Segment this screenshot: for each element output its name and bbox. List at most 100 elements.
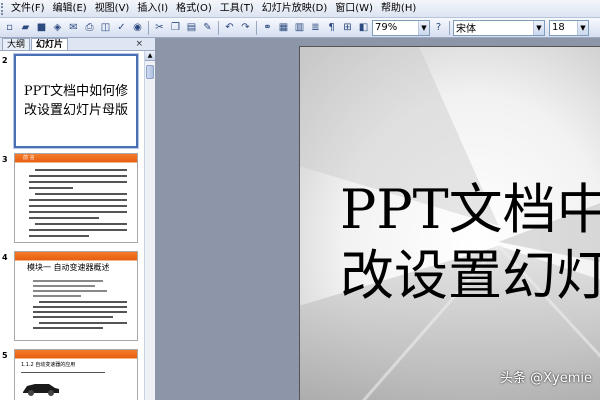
- tab-slides[interactable]: 幻灯片: [31, 38, 69, 50]
- slide-title[interactable]: PPT文档中 改设置幻灯: [340, 177, 600, 309]
- zoom-value: 79%: [375, 22, 398, 33]
- text-line: [33, 280, 103, 282]
- cut-icon[interactable]: ✂: [152, 20, 167, 36]
- menu-format[interactable]: 格式(O): [172, 0, 216, 18]
- chevron-down-icon[interactable]: ▼: [533, 20, 544, 35]
- format-painter-icon[interactable]: ✎: [200, 20, 215, 36]
- slide-title-line: 改设置幻灯: [340, 244, 600, 307]
- font-name-value: 宋体: [456, 24, 476, 35]
- permission-icon[interactable]: ◈: [50, 20, 65, 36]
- toolbar-separator: [449, 20, 450, 35]
- new-icon[interactable]: ▫: [2, 20, 17, 36]
- thumbnail-stripe: [15, 358, 137, 359]
- thumbnail-header-bar: 前 言: [15, 154, 137, 162]
- scroll-up-icon[interactable]: ▲: [145, 51, 155, 61]
- chart-icon[interactable]: ▥: [292, 20, 307, 36]
- font-name-combo[interactable]: 宋体 ▼: [453, 19, 545, 36]
- text-line: [33, 311, 127, 313]
- close-icon[interactable]: ×: [135, 38, 143, 50]
- menu-tools[interactable]: 工具(T): [216, 0, 258, 18]
- show-formatting-icon[interactable]: ¶: [324, 20, 339, 36]
- text-line: [29, 205, 127, 207]
- text-line: [35, 169, 127, 171]
- thumbnail-stripe: [15, 162, 137, 163]
- slide-number: 5: [2, 351, 8, 360]
- thumbnail-header-bar: [15, 252, 137, 260]
- text-line: [33, 316, 113, 318]
- slide-thumbnail-3[interactable]: 前 言: [14, 153, 138, 243]
- text-line: [39, 301, 127, 303]
- slide-thumbnail-4[interactable]: 模块一 自动变速器概述: [14, 251, 138, 341]
- text-line: [33, 327, 103, 329]
- save-icon[interactable]: ■: [34, 20, 49, 36]
- undo-icon[interactable]: ↶: [222, 20, 237, 36]
- standard-toolbar: ▫ ▰ ■ ◈ ✉ ⎙ ◫ ✓ ◉ ✂ ❐ ▤ ✎ ↶ ↷ ⚭ ▦ ▥ ≣ ¶ …: [0, 18, 600, 38]
- text-line: [29, 235, 89, 237]
- text-line: [33, 285, 95, 287]
- menu-bar: 文件(F) 编辑(E) 视图(V) 插入(I) 格式(O) 工具(T) 幻灯片放…: [0, 0, 600, 18]
- grid-icon[interactable]: ⊞: [340, 20, 355, 36]
- tab-outline[interactable]: 大纲: [2, 38, 31, 50]
- text-line: [29, 229, 127, 231]
- slide-thumbnails: 2 PPT文档中如何修 改设置幻灯片母版 3 前 言 4 模块一 自动变速器概述…: [0, 51, 145, 400]
- current-slide[interactable]: PPT文档中 改设置幻灯: [299, 46, 600, 400]
- hyperlink-icon[interactable]: ⚭: [260, 20, 275, 36]
- thumbnail-title-line: 改设置幻灯片母版: [23, 103, 128, 118]
- menu-file[interactable]: 文件(F): [7, 0, 49, 18]
- thumbnail-header-bar: [15, 350, 137, 358]
- print-icon[interactable]: ⎙: [82, 20, 97, 36]
- research-icon[interactable]: ◉: [130, 20, 145, 36]
- slide-number: 2: [2, 56, 8, 65]
- text-line: [29, 211, 127, 213]
- spelling-icon[interactable]: ✓: [114, 20, 129, 36]
- menu-grip-icon[interactable]: [1, 2, 5, 15]
- redo-icon[interactable]: ↷: [238, 20, 253, 36]
- font-size-combo[interactable]: 18 ▼: [549, 19, 589, 36]
- pane-tabs: 大纲 幻灯片 ×: [0, 38, 155, 51]
- menu-view[interactable]: 视图(V): [91, 0, 134, 18]
- thumbnail-subheading: 1.1.2 自动变速器的应用: [21, 362, 76, 368]
- toolbar-separator: [256, 20, 257, 35]
- text-line: [29, 175, 127, 177]
- text-line: [39, 322, 127, 324]
- menu-window[interactable]: 窗口(W): [331, 0, 377, 18]
- watermark: 头条 @Xyemie: [499, 371, 592, 386]
- menu-help[interactable]: 帮助(H): [377, 0, 420, 18]
- menu-edit[interactable]: 编辑(E): [49, 0, 91, 18]
- thumbnail-stripe: [15, 260, 137, 261]
- menu-slideshow[interactable]: 幻灯片放映(D): [258, 0, 332, 18]
- text-line: [33, 306, 127, 308]
- email-icon[interactable]: ✉: [66, 20, 81, 36]
- thumbnail-title-line: PPT文档中如何修: [23, 84, 129, 99]
- expand-icon[interactable]: ≣: [308, 20, 323, 36]
- grayscale-icon[interactable]: ◧: [356, 20, 371, 36]
- slide-number: 4: [2, 253, 8, 262]
- text-line: [33, 295, 81, 297]
- thumbnails-scrollbar[interactable]: ▲: [144, 51, 155, 400]
- slides-pane: 大纲 幻灯片 × 2 PPT文档中如何修 改设置幻灯片母版 3 前 言 4 模块…: [0, 38, 156, 400]
- open-icon[interactable]: ▰: [18, 20, 33, 36]
- text-line: [21, 372, 105, 373]
- text-line: [33, 290, 107, 292]
- text-line: [29, 187, 73, 189]
- chevron-down-icon[interactable]: ▼: [577, 20, 588, 35]
- text-line: [29, 217, 99, 219]
- car-image: [23, 384, 59, 396]
- copy-icon[interactable]: ❐: [168, 20, 183, 36]
- slide-thumbnail-2[interactable]: PPT文档中如何修 改设置幻灯片母版: [14, 54, 138, 148]
- text-line: [29, 181, 127, 183]
- text-line: [29, 199, 127, 201]
- slide-thumbnail-5[interactable]: 1.1.2 自动变速器的应用: [14, 349, 138, 400]
- toolbar-separator: [218, 20, 219, 35]
- slide-title-line: PPT文档中: [340, 178, 600, 241]
- zoom-combo[interactable]: 79% ▼: [372, 19, 430, 36]
- menu-insert[interactable]: 插入(I): [133, 0, 172, 18]
- print-preview-icon[interactable]: ◫: [98, 20, 113, 36]
- scroll-thumb[interactable]: [146, 65, 154, 79]
- help-icon[interactable]: ?: [431, 20, 446, 36]
- text-line: [35, 193, 127, 195]
- chevron-down-icon[interactable]: ▼: [418, 20, 429, 35]
- paste-icon[interactable]: ▤: [184, 20, 199, 36]
- table-icon[interactable]: ▦: [276, 20, 291, 36]
- thumbnail-title: PPT文档中如何修 改设置幻灯片母版: [20, 82, 132, 120]
